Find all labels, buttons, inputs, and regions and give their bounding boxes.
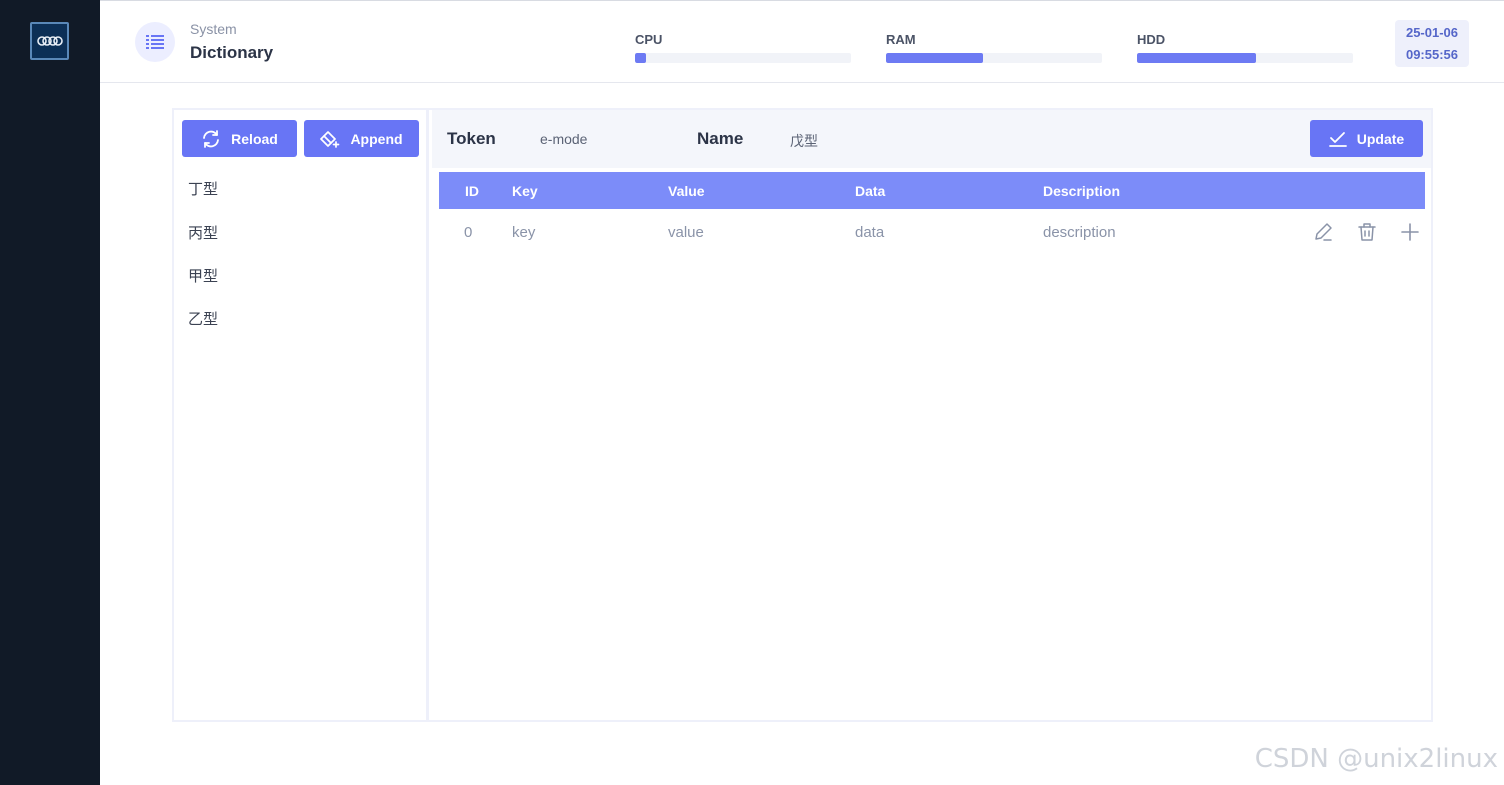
- clock-date: 25-01-06: [1405, 24, 1459, 40]
- hdd-meter-label: HDD: [1137, 32, 1166, 47]
- cell-key: key: [512, 224, 536, 241]
- column-header-value: Value: [668, 183, 705, 199]
- cpu-meter-label: CPU: [635, 32, 663, 47]
- list-icon: [146, 35, 164, 49]
- delete-row-button[interactable]: [1356, 221, 1378, 243]
- hdd-meter: HDD: [1137, 32, 1353, 63]
- append-button-label: Append: [350, 130, 403, 147]
- list-item[interactable]: 甲型: [188, 265, 218, 286]
- cell-value: value: [668, 224, 704, 241]
- dictionary-detail-panel: Token e-mode Name 戊型 Update ID Key Value…: [432, 110, 1431, 720]
- dictionary-list-panel: Reload Append 丁型 丙型 甲型 乙型: [174, 110, 429, 720]
- column-header-description: Description: [1043, 183, 1121, 199]
- clock-badge: 25-01-06 09:55:56: [1395, 20, 1469, 67]
- cpu-meter: CPU: [635, 32, 851, 63]
- page-title: Dictionary: [190, 43, 274, 62]
- breadcrumb-parent: System: [190, 21, 237, 37]
- ram-meter: RAM: [886, 32, 1102, 63]
- cell-description: description: [1043, 224, 1116, 241]
- detail-header: Token e-mode Name 戊型 Update: [432, 110, 1431, 168]
- column-header-data: Data: [855, 183, 886, 199]
- clock-time: 09:55:56: [1405, 46, 1459, 62]
- menu-toggle-button[interactable]: [135, 22, 175, 62]
- top-bar: System Dictionary CPU RAM HDD 25-01-06 0…: [100, 0, 1504, 83]
- cell-id: 0: [464, 224, 473, 241]
- pencil-icon: [1315, 223, 1332, 241]
- token-label: Token: [447, 129, 496, 148]
- name-value: 戊型: [790, 133, 818, 149]
- reload-button[interactable]: Reload: [182, 120, 297, 157]
- paint-bucket-plus-icon: [320, 130, 340, 148]
- token-value: e-mode: [540, 131, 588, 147]
- update-button[interactable]: Update: [1310, 120, 1423, 157]
- list-item[interactable]: 丙型: [188, 222, 218, 243]
- cell-data: data: [855, 224, 885, 241]
- table-header: ID Key Value Data Description: [439, 172, 1425, 209]
- trash-icon: [1358, 223, 1376, 241]
- cpu-meter-fill: [635, 53, 646, 63]
- plus-icon: [1401, 223, 1419, 241]
- reload-icon: [203, 129, 220, 148]
- name-label: Name: [697, 129, 744, 148]
- update-button-label: Update: [1356, 130, 1405, 147]
- ram-meter-fill: [886, 53, 984, 63]
- edit-row-button[interactable]: [1312, 221, 1334, 243]
- reload-button-label: Reload: [231, 130, 278, 147]
- column-header-key: Key: [512, 183, 538, 199]
- table-row: 0 key value data description: [439, 210, 1425, 256]
- list-item[interactable]: 丁型: [188, 178, 218, 199]
- ram-meter-label: RAM: [886, 32, 916, 47]
- check-icon: [1328, 131, 1347, 147]
- watermark: CSDN @unix2linux: [1254, 744, 1498, 774]
- logo-rings-icon: [36, 36, 63, 46]
- add-row-button[interactable]: [1399, 221, 1421, 243]
- append-button[interactable]: Append: [304, 120, 419, 157]
- list-item[interactable]: 乙型: [188, 308, 218, 329]
- column-header-id: ID: [465, 183, 479, 199]
- app-logo[interactable]: [30, 22, 69, 60]
- hdd-meter-fill: [1137, 53, 1256, 63]
- dictionary-panel: Reload Append 丁型 丙型 甲型 乙型 Token e-mode N…: [172, 108, 1433, 722]
- sidebar: [0, 0, 100, 785]
